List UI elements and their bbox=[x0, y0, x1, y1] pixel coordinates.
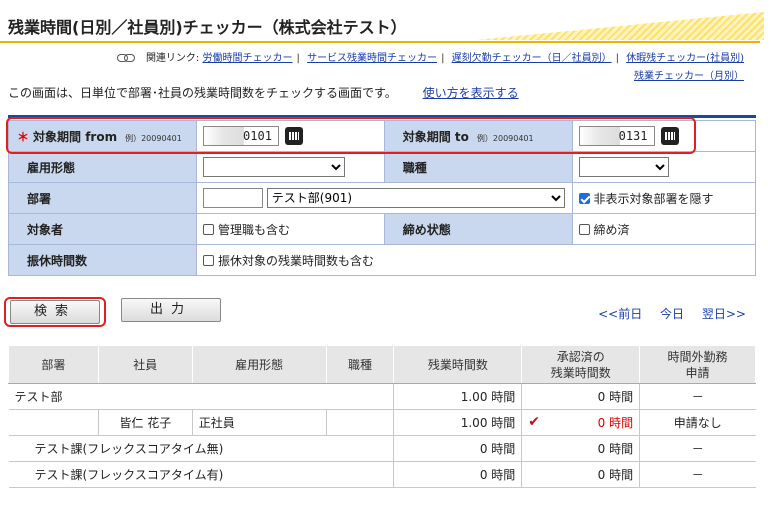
from-calendar-icon[interactable] bbox=[284, 127, 303, 145]
to-label-cell: 対象期間 to 例）20090401 bbox=[383, 120, 573, 152]
col-employee: 社員 bbox=[97, 345, 193, 384]
substitute-label: 振休時間数 bbox=[8, 244, 197, 276]
occupation-label: 職種 bbox=[383, 151, 573, 183]
dept-select[interactable]: テスト部(901) bbox=[266, 188, 565, 209]
title-underline bbox=[0, 41, 760, 43]
next-day-link[interactable]: 翌日>> bbox=[702, 307, 746, 321]
search-form: ＊対象期間 from 例）20090401 0101 対象期間 to 例）20090… bbox=[8, 120, 757, 276]
related-label: 関連リンク: bbox=[145, 53, 200, 64]
closing-label: 締め状態 bbox=[383, 213, 573, 245]
results-header: 部署 社員 雇用形態 職種 残業時間数 承認済の 残業時間数 時間外勤務 申請 bbox=[8, 345, 756, 384]
output-button[interactable]: 出力 bbox=[121, 298, 221, 322]
required-mark: ＊ bbox=[17, 129, 30, 144]
col-employment: 雇用形態 bbox=[191, 345, 327, 384]
col-approved: 承認済の 残業時間数 bbox=[521, 345, 641, 384]
from-date-input[interactable]: 0101 bbox=[202, 126, 279, 146]
col-request: 時間外勤務 申請 bbox=[639, 345, 756, 384]
related-links: 関連リンク: 労働時間チェッカー | サービス残業時間チェッカー | 遅刻欠勤チェッ… bbox=[116, 49, 744, 64]
checkmark-icon: ✔ bbox=[528, 414, 541, 430]
today-link[interactable]: 今日 bbox=[660, 307, 684, 321]
table-row: テスト課(フレックスコアタイム無) 0 時間 0 時間 － bbox=[8, 435, 756, 462]
related-link-leave-balance[interactable]: 休暇残チェッカー(社員別) bbox=[626, 53, 744, 64]
table-row: テスト課(フレックスコアタイム有) 0 時間 0 時間 － bbox=[8, 461, 756, 488]
related-link-work-hours[interactable]: 労働時間チェッカー bbox=[203, 53, 293, 64]
table-row: テスト部 1.00 時間 0 時間 － bbox=[8, 383, 756, 410]
results-table: 部署 社員 雇用形態 職種 残業時間数 承認済の 残業時間数 時間外勤務 申請 … bbox=[8, 345, 756, 488]
dept-code-input[interactable] bbox=[202, 187, 263, 208]
related-links-row2: 残業チェッカー（月別） bbox=[634, 67, 744, 82]
dept-label: 部署 bbox=[8, 182, 197, 214]
occupation-select[interactable] bbox=[578, 157, 669, 177]
section-divider bbox=[8, 115, 756, 118]
search-button[interactable]: 検索 bbox=[10, 300, 100, 324]
day-navigation: <<前日 今日 翌日>> bbox=[584, 305, 746, 322]
title-bar: 残業時間(日別／社員別)チェッカー（株式会社テスト） bbox=[0, 8, 772, 43]
related-link-monthly-overtime[interactable]: 残業チェッカー（月別） bbox=[634, 71, 744, 82]
to-calendar-icon[interactable] bbox=[660, 127, 679, 145]
from-label-cell: ＊対象期間 from 例）20090401 bbox=[8, 120, 197, 152]
related-link-service-overtime[interactable]: サービス残業時間チェッカー bbox=[307, 53, 437, 64]
hide-dept-checkbox[interactable] bbox=[578, 192, 590, 204]
col-overtime: 残業時間数 bbox=[393, 345, 523, 384]
howto-link[interactable]: 使い方を表示する bbox=[423, 86, 519, 100]
include-managers-checkbox[interactable] bbox=[202, 223, 214, 235]
col-dept: 部署 bbox=[8, 345, 99, 384]
related-link-late-absence[interactable]: 遅刻欠勤チェッカー（日／社員別） bbox=[452, 53, 612, 64]
title-decoration bbox=[476, 12, 764, 40]
prev-day-link[interactable]: <<前日 bbox=[598, 307, 642, 321]
link-chain-icon bbox=[116, 54, 135, 62]
target-label: 対象者 bbox=[8, 213, 197, 245]
col-occupation: 職種 bbox=[325, 345, 395, 384]
page-title: 残業時間(日別／社員別)チェッカー（株式会社テスト） bbox=[8, 18, 407, 37]
substitute-checkbox[interactable] bbox=[202, 254, 214, 266]
employment-label: 雇用形態 bbox=[8, 151, 197, 183]
closed-checkbox[interactable] bbox=[578, 223, 590, 235]
table-row: 皆仁 花子 正社員 1.00 時間 ✔ 0 時間 申請なし bbox=[8, 409, 756, 436]
intro-text: この画面は、日単位で部署･社員の残業時間数をチェックする画面です。 使い方を表示… bbox=[8, 86, 519, 100]
row-period: ＊対象期間 from 例）20090401 0101 対象期間 to 例）20090… bbox=[8, 120, 756, 152]
to-date-input[interactable]: 0131 bbox=[578, 126, 655, 146]
employee-name[interactable]: 皆仁 花子 bbox=[97, 409, 193, 436]
employment-select[interactable] bbox=[202, 157, 345, 177]
